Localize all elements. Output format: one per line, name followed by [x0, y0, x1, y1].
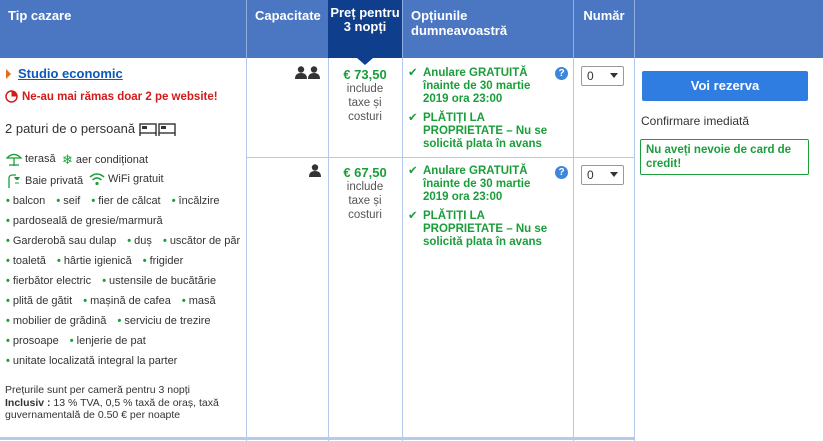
chevron-down-icon: [610, 172, 618, 177]
rate-price: € 73,50: [343, 67, 387, 82]
header-room-type: Tip cazare: [8, 8, 72, 23]
facility-terrace: terasă: [6, 152, 56, 166]
row-divider: [247, 157, 634, 158]
occupancy-two-persons: [295, 66, 321, 82]
clock-icon: [5, 90, 18, 103]
bed-text: 2 paturi de o persoană: [5, 121, 136, 136]
shower-icon: [8, 174, 20, 188]
header-price: Preț pentru 3 nopți: [328, 0, 402, 58]
price-header-arrow: [357, 58, 373, 65]
table-bottom-border: [0, 437, 635, 440]
header-capacity: Capacitate: [255, 8, 321, 23]
check-icon: ✔: [408, 210, 418, 222]
snowflake-icon: ❄: [62, 152, 73, 167]
rate-price: € 67,50: [343, 165, 387, 180]
header-number: Număr: [583, 8, 625, 23]
check-icon: ✔: [408, 67, 418, 79]
price-note: include: [346, 83, 384, 95]
reserve-button[interactable]: Voi rezerva: [642, 71, 808, 101]
column-divider: [402, 58, 403, 441]
amenity-row: • Garderobă sau dulap • duș • uscător de pă…: [6, 235, 241, 247]
amenity-row: • unitate localizată integral la parter: [6, 355, 178, 367]
header-divider: [634, 0, 635, 58]
check-icon: ✔: [408, 165, 418, 177]
amenity-row: • prosoape • lenjerie de pat: [6, 335, 146, 347]
amenity-row: • plită de gătit • mașină de cafea • masă: [6, 295, 216, 307]
bed-info: 2 paturi de o persoană: [5, 121, 177, 136]
person-icon: [309, 164, 321, 177]
amenity-row: • balcon • seif • fier de călcat • încălzire: [6, 195, 220, 207]
chevron-down-icon: [610, 73, 618, 78]
instant-confirmation: Confirmare imediată: [641, 114, 750, 128]
person-pair-icon: [295, 66, 320, 79]
price-note: taxe și: [348, 97, 382, 109]
price-footnote: Prețurile sunt per cameră pentru 3 nopți…: [5, 384, 219, 421]
price-note: costuri: [348, 111, 382, 123]
amenity-row: • toaletă • hârtie igienică • frigider: [6, 255, 184, 267]
facility-bath: Baie privată: [6, 174, 83, 188]
urgency-message: Ne-au mai rămas doar 2 pe website!: [5, 90, 218, 103]
price-note: include: [346, 181, 384, 193]
column-divider: [634, 58, 635, 441]
urgency-text: Ne-au mai rămas doar 2 pe website!: [22, 90, 218, 103]
price-note: costuri: [348, 209, 382, 221]
column-divider: [246, 58, 247, 441]
amenity-row: • pardoseală de gresie/marmură: [6, 215, 163, 227]
facility-wifi: WiFi gratuit: [89, 172, 164, 186]
single-bed-icon: [139, 122, 176, 136]
room-name-link[interactable]: Studio economic: [18, 66, 123, 81]
header-options: Opțiunile dumneavoastră: [411, 8, 508, 38]
amenity-row: • mobilier de grădină • serviciu de trezir…: [6, 315, 211, 327]
facility-ac: ❄ aer condiționat: [62, 152, 149, 167]
no-credit-card-badge: Nu aveți nevoie de card de credit!: [640, 139, 809, 175]
room-quantity-select[interactable]: 0: [581, 165, 624, 185]
check-icon: ✔: [408, 112, 418, 124]
price-note: taxe și: [348, 195, 382, 207]
column-divider: [573, 58, 574, 441]
room-quantity-select[interactable]: 0: [581, 66, 624, 86]
amenity-row: • fierbător electric • ustensile de bucătă…: [6, 275, 217, 287]
occupancy-one-person: [309, 164, 321, 180]
expand-triangle-icon[interactable]: [6, 69, 11, 79]
umbrella-icon: [6, 153, 22, 166]
wifi-icon: [89, 173, 105, 186]
info-icon[interactable]: ?: [555, 67, 568, 80]
info-icon[interactable]: ?: [555, 166, 568, 179]
